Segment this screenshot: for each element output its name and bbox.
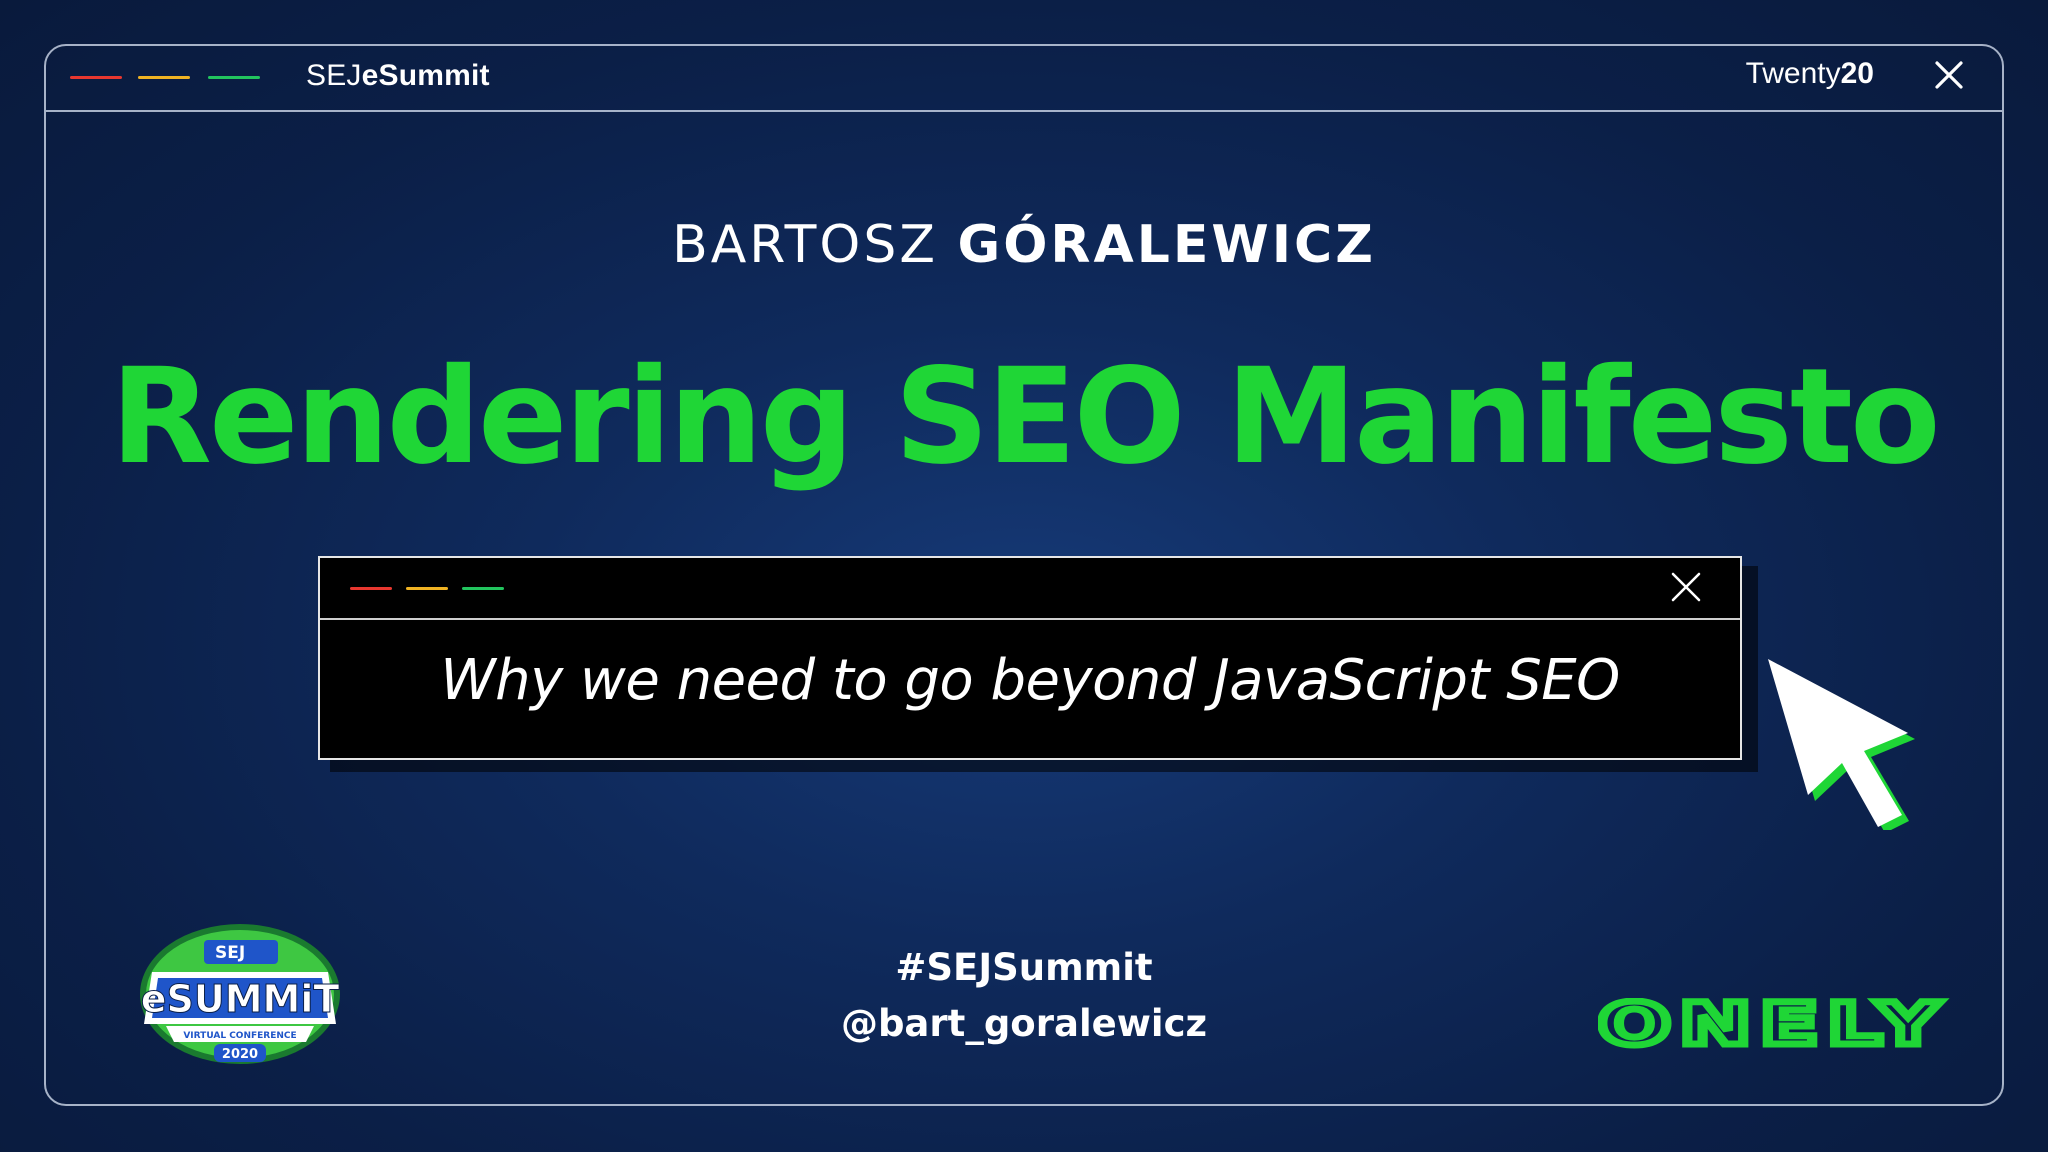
outer-title-bar: SEJeSummit Twenty20 <box>46 46 2002 112</box>
speaker-first-name: BARTOSZ <box>672 215 938 275</box>
window-dash-green <box>208 76 260 79</box>
talk-title: Rendering SEO Manifesto <box>110 340 1940 494</box>
window-dash-yellow <box>138 76 190 79</box>
edition-suffix: 20 <box>1840 57 1874 90</box>
window-brand-title: SEJeSummit <box>306 59 490 93</box>
edition-prefix: Twenty <box>1745 57 1841 90</box>
onely-logo: ONELY <box>1598 998 1948 1050</box>
inner-dash-yellow <box>406 587 448 590</box>
brand-suffix: eSummit <box>361 59 490 92</box>
esummit-year: 2020 <box>222 1047 258 1062</box>
brand-prefix: SEJ <box>306 59 362 92</box>
inner-dash-red <box>350 587 392 590</box>
talk-subtitle: Why we need to go beyond JavaScript SEO <box>440 648 1620 713</box>
esummit-logo: SEJ eSUMMiT VIRTUAL CONFERENCE 2020 <box>140 924 340 1064</box>
speaker-name: BARTOSZ GÓRALEWICZ <box>0 215 2048 275</box>
inner-dash-green <box>462 587 504 590</box>
window-dash-red <box>70 76 122 79</box>
close-icon[interactable] <box>1670 571 1702 603</box>
speaker-last-name: GÓRALEWICZ <box>957 215 1376 275</box>
close-icon[interactable] <box>1934 60 1964 90</box>
onely-wordmark: ONELY <box>1598 998 1948 1050</box>
cursor-arrow-icon <box>1768 659 1915 830</box>
inner-window: Why we need to go beyond JavaScript SEO <box>318 556 1742 760</box>
inner-title-bar <box>320 558 1740 620</box>
event-hashtag: #SEJSummit <box>895 946 1153 989</box>
window-edition-label: Twenty20 <box>1746 57 1874 91</box>
